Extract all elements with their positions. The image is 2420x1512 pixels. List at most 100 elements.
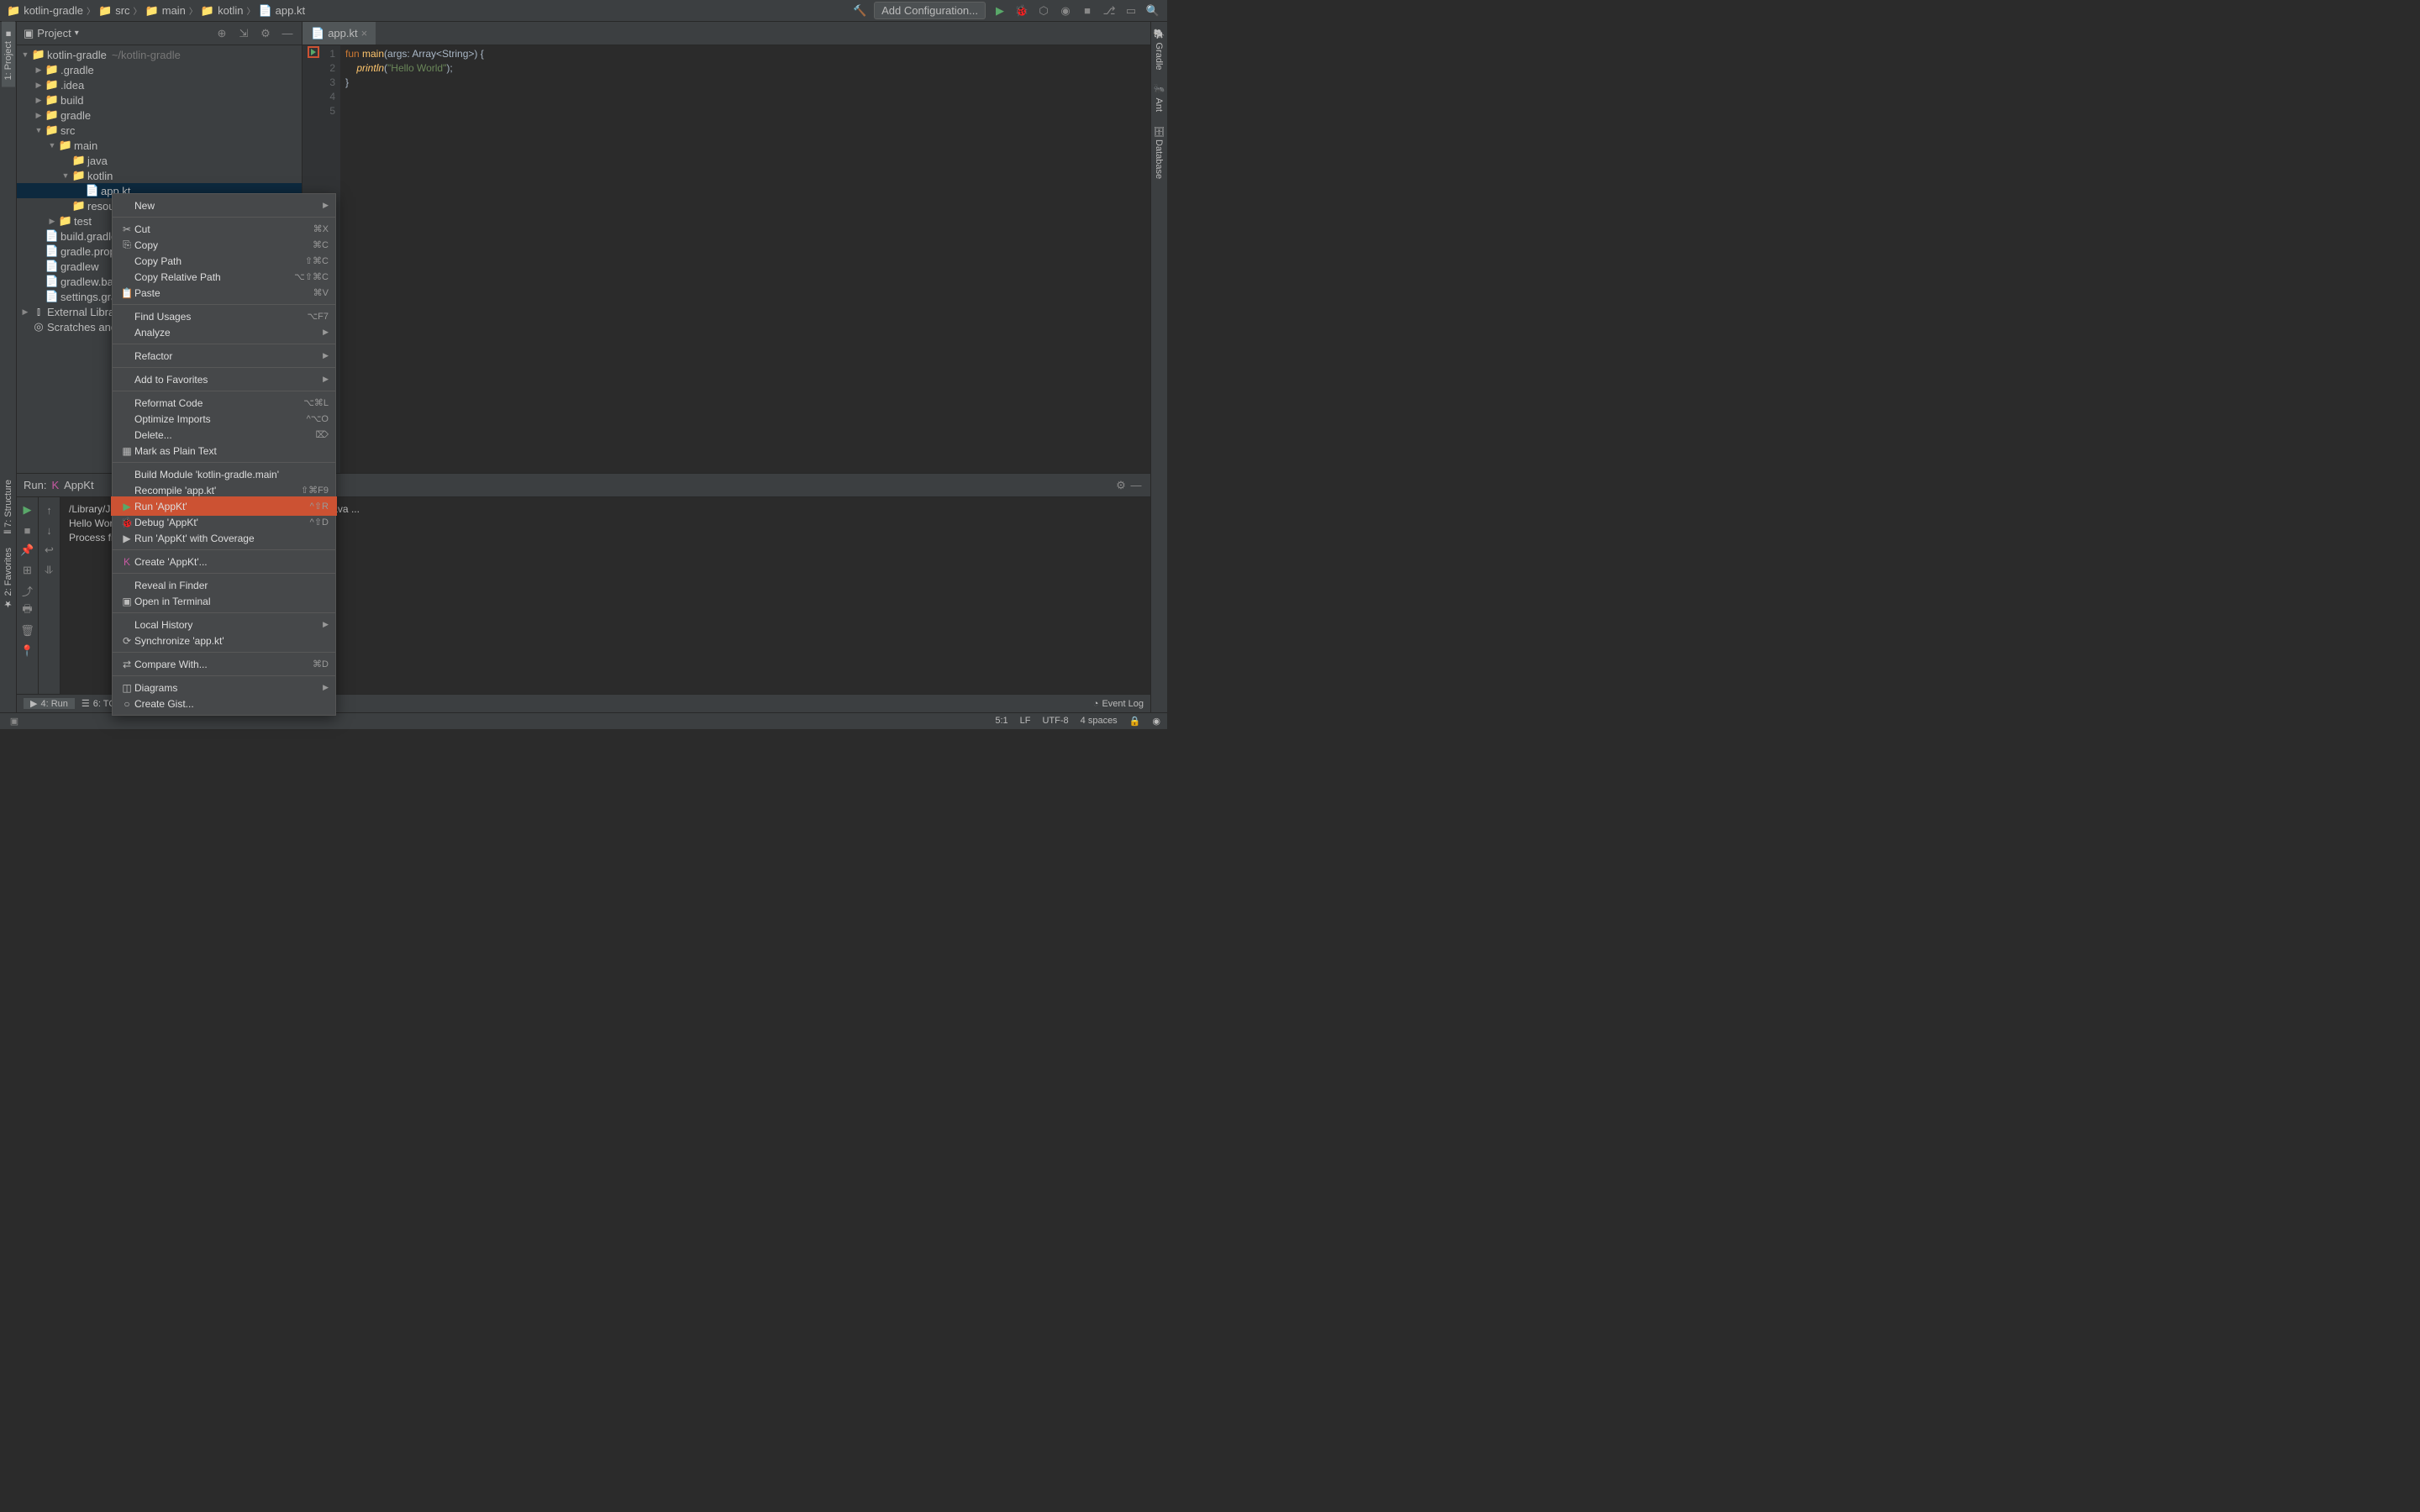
- menu-item[interactable]: 🐞Debug 'AppKt'^⇧D: [113, 514, 335, 530]
- down-icon[interactable]: ↓: [42, 522, 57, 538]
- menu-item[interactable]: ◫Diagrams▶: [113, 680, 335, 696]
- vcs-icon[interactable]: ⎇: [1102, 3, 1117, 18]
- tool-tab-gradle[interactable]: 🐘 Gradle: [1152, 22, 1166, 77]
- tree-item[interactable]: ▶📁build: [17, 92, 302, 108]
- tree-item[interactable]: ▶📁.gradle: [17, 62, 302, 77]
- line-number: 4: [302, 90, 335, 104]
- layout-icon[interactable]: ⊞: [20, 563, 35, 578]
- close-tab-icon[interactable]: ×: [361, 27, 368, 39]
- tree-item[interactable]: ▶📁gradle: [17, 108, 302, 123]
- lock-icon[interactable]: 🔒: [1129, 716, 1141, 727]
- menu-item[interactable]: Recompile 'app.kt'⇧⌘F9: [113, 482, 335, 498]
- coverage-icon[interactable]: ⬡: [1036, 3, 1051, 18]
- tree-root[interactable]: ▼📁 kotlin-gradle ~/kotlin-gradle: [17, 47, 302, 62]
- menu-item[interactable]: Local History▶: [113, 617, 335, 633]
- breadcrumb-item[interactable]: 📁 kotlin: [201, 4, 244, 18]
- wrap-icon[interactable]: ↩: [42, 543, 57, 558]
- menu-item[interactable]: ▣Open in Terminal: [113, 593, 335, 609]
- menu-item[interactable]: ▶Run 'AppKt'^⇧R: [113, 498, 335, 514]
- breadcrumb-item[interactable]: 📁 src: [98, 4, 130, 18]
- project-panel-title: Project: [37, 27, 71, 39]
- run-gutter-icon[interactable]: [308, 46, 319, 58]
- tool-tab-structure[interactable]: ⫴ 7: Structure: [2, 473, 15, 541]
- pin-icon[interactable]: 📌: [20, 543, 35, 558]
- tool-tab-run[interactable]: ▶ 4: Run: [24, 698, 75, 709]
- menu-item[interactable]: ▦Mark as Plain Text: [113, 443, 335, 459]
- caret-position[interactable]: 5:1: [995, 716, 1007, 727]
- toolbar-right: 🔨 Add Configuration... ▶ 🐞 ⬡ ◉ ■ ⎇ ▭ 🔍: [852, 2, 1160, 19]
- layout-icon[interactable]: ▭: [1123, 3, 1139, 18]
- tree-item[interactable]: ▼📁kotlin: [17, 168, 302, 183]
- menu-item[interactable]: Optimize Imports^⌥O: [113, 411, 335, 427]
- tree-item[interactable]: ▶📁.idea: [17, 77, 302, 92]
- inspections-icon[interactable]: ◉: [1152, 716, 1160, 727]
- menu-item[interactable]: ⟳Synchronize 'app.kt': [113, 633, 335, 648]
- tool-windows-icon[interactable]: ▣: [7, 714, 22, 729]
- event-log-link[interactable]: ◔ Event Log: [1093, 699, 1144, 709]
- tool-tab-ant[interactable]: 🐜 Ant: [1152, 77, 1166, 118]
- menu-item[interactable]: Refactor▶: [113, 348, 335, 364]
- tree-item[interactable]: ▼📁main: [17, 138, 302, 153]
- menu-item[interactable]: KCreate 'AppKt'...: [113, 554, 335, 570]
- scroll-icon[interactable]: ⥥: [42, 563, 57, 578]
- menu-item[interactable]: Add to Favorites▶: [113, 371, 335, 387]
- tool-tab-database[interactable]: 🗄 Database: [1152, 118, 1166, 186]
- menu-item[interactable]: ○Create Gist...: [113, 696, 335, 711]
- line-ending[interactable]: LF: [1020, 716, 1031, 727]
- menu-item[interactable]: 📋Paste⌘V: [113, 285, 335, 301]
- breadcrumb-item[interactable]: 📁 main: [145, 4, 186, 18]
- tool-tab-project[interactable]: 1: Project ■: [2, 22, 15, 87]
- project-panel-header: ▣ Project ▾ ⊕ ⇲ ⚙ —: [17, 22, 302, 45]
- stop-icon[interactable]: ■: [20, 522, 35, 538]
- breadcrumb-item[interactable]: 📁 kotlin-gradle: [7, 4, 83, 18]
- breadcrumb-item[interactable]: 📄 app.kt: [258, 4, 305, 18]
- menu-item[interactable]: New▶: [113, 197, 335, 213]
- breadcrumb: 📁 kotlin-gradle 〉 📁 src 〉 📁 main 〉 📁 kot…: [7, 4, 852, 18]
- tree-item[interactable]: ▼📁src: [17, 123, 302, 138]
- context-menu[interactable]: New▶ ✂Cut⌘X⎘Copy⌘CCopy Path⇧⌘CCopy Relati…: [112, 193, 336, 716]
- indent[interactable]: 4 spaces: [1081, 716, 1118, 727]
- run-icon[interactable]: ▶: [992, 3, 1007, 18]
- search-icon[interactable]: 🔍: [1145, 3, 1160, 18]
- code-editor[interactable]: 1 2 3 4 5 fun main(args: Array<String>) …: [302, 45, 1150, 473]
- build-icon[interactable]: 🔨: [852, 3, 867, 18]
- pin-tab-icon[interactable]: 📍: [20, 643, 35, 659]
- run-configuration-dropdown[interactable]: Add Configuration...: [874, 2, 986, 19]
- menu-item[interactable]: Build Module 'kotlin-gradle.main': [113, 466, 335, 482]
- profiler-icon[interactable]: ◉: [1058, 3, 1073, 18]
- editor-tab-app[interactable]: 📄 app.kt ×: [302, 22, 376, 45]
- project-view-selector[interactable]: ▣ Project ▾: [24, 27, 214, 40]
- tool-tab-favorites[interactable]: ★ 2: Favorites: [1, 541, 15, 617]
- code-content[interactable]: fun main(args: Array<String>) { println(…: [340, 45, 1150, 473]
- run-toolbar-primary: ▶ ■ 📌 ⊞ ⤴ 🖶 🗑 📍: [17, 497, 39, 694]
- up-icon[interactable]: ↑: [42, 502, 57, 517]
- run-toolbar-secondary: ↑ ↓ ↩ ⥥: [39, 497, 60, 694]
- stop-icon[interactable]: ■: [1080, 3, 1095, 18]
- hide-icon[interactable]: —: [280, 26, 295, 41]
- menu-item[interactable]: Copy Path⇧⌘C: [113, 253, 335, 269]
- menu-item[interactable]: Delete...⌦: [113, 427, 335, 443]
- menu-item[interactable]: Reveal in Finder: [113, 577, 335, 593]
- collapse-icon[interactable]: ⇲: [236, 26, 251, 41]
- line-number: 5: [302, 104, 335, 118]
- gear-icon[interactable]: ⚙: [258, 26, 273, 41]
- menu-item[interactable]: Analyze▶: [113, 324, 335, 340]
- hide-icon[interactable]: —: [1128, 478, 1144, 493]
- tree-item[interactable]: 📁java: [17, 153, 302, 168]
- menu-item[interactable]: ⇄Compare With...⌘D: [113, 656, 335, 672]
- encoding[interactable]: UTF-8: [1042, 716, 1068, 727]
- locate-icon[interactable]: ⊕: [214, 26, 229, 41]
- menu-item[interactable]: ✂Cut⌘X: [113, 221, 335, 237]
- menu-item[interactable]: Find Usages⌥F7: [113, 308, 335, 324]
- menu-item[interactable]: ⎘Copy⌘C: [113, 237, 335, 253]
- menu-item[interactable]: Copy Relative Path⌥⇧⌘C: [113, 269, 335, 285]
- menu-item[interactable]: Reformat Code⌥⌘L: [113, 395, 335, 411]
- right-tool-stripe: 🐘 Gradle 🐜 Ant 🗄 Database: [1150, 22, 1167, 473]
- rerun-icon[interactable]: ▶: [20, 502, 35, 517]
- trash-icon[interactable]: 🗑: [20, 623, 35, 638]
- gear-icon[interactable]: ⚙: [1113, 478, 1128, 493]
- menu-item[interactable]: ▶Run 'AppKt' with Coverage: [113, 530, 335, 546]
- print-icon[interactable]: 🖶: [20, 603, 35, 618]
- export-icon[interactable]: ⤴: [20, 583, 35, 598]
- debug-icon[interactable]: 🐞: [1014, 3, 1029, 18]
